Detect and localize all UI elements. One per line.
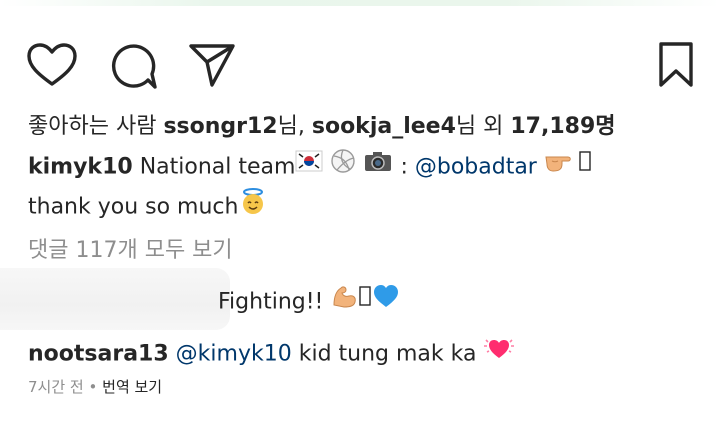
missing-glyph-icon-2 [358, 284, 372, 317]
blurred-commenter-area [0, 268, 230, 330]
post-actions-bar [0, 38, 720, 90]
caption-colon: : [400, 154, 408, 180]
camera-icon [363, 149, 393, 182]
comment-time: 7시간 전 [28, 378, 84, 396]
likes-suffix-2: 님 외 [455, 114, 511, 139]
view-all-comments-link[interactable]: 댓글 117개 모두 보기 [28, 236, 233, 266]
likes-prefix: 좋아하는 사람 [28, 114, 157, 139]
heart-outline-icon[interactable] [26, 42, 78, 88]
comment-2-username[interactable]: nootsara13 [28, 342, 169, 367]
liker-username-2[interactable]: sookja_lee4 [312, 114, 456, 139]
likes-count[interactable]: 17,189 [510, 114, 595, 139]
pointing-hand-icon [544, 148, 578, 183]
likes-suffix-3: 명 [595, 114, 616, 139]
speech-bubble-icon[interactable] [108, 41, 158, 91]
likes-summary: 좋아하는 사람 ssongr12님, sookja_lee4님 외 17,189… [28, 112, 616, 142]
caption-line-2: thank you so much [28, 188, 268, 227]
beating-heart-icon [483, 334, 515, 371]
comment-1: Fighting!! [218, 285, 400, 320]
caption: kimyk10 National team : @bobadtar [28, 148, 592, 185]
korea-flag-icon [295, 150, 323, 181]
missing-glyph-icon [578, 149, 592, 182]
comment-1-text: Fighting!! [218, 289, 324, 315]
caption-username[interactable]: kimyk10 [28, 155, 133, 180]
caption-line-2-text: thank you so much [28, 194, 239, 220]
comment-2: nootsara13 @kimyk10 kid tung mak ka [28, 336, 515, 373]
comment-2-text: kid tung mak ka [298, 341, 477, 367]
footer-separator: • [88, 378, 98, 396]
blue-heart-icon [372, 283, 400, 318]
bookmark-icon[interactable] [656, 41, 696, 89]
caption-text: National team [139, 154, 296, 180]
likes-suffix-1: 님, [277, 114, 312, 139]
comment-2-mention[interactable]: @kimyk10 [176, 342, 292, 367]
paper-plane-icon[interactable] [188, 42, 236, 88]
caption-mention[interactable]: @bobadtar [415, 155, 537, 180]
see-translation-link[interactable]: 번역 보기 [102, 378, 162, 396]
top-edge [0, 0, 720, 6]
halo-smile-icon [238, 186, 268, 225]
volleyball-icon [330, 148, 356, 183]
flexed-bicep-icon [330, 283, 358, 318]
comment-footer: 7시간 전 • 번역 보기 [28, 376, 162, 398]
liker-username-1[interactable]: ssongr12 [163, 114, 277, 139]
